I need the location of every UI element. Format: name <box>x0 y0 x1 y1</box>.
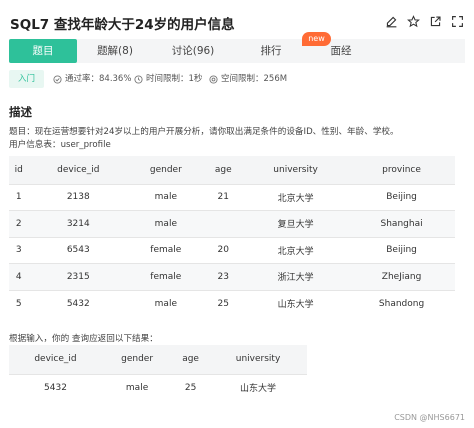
external-link-icon[interactable] <box>429 15 442 28</box>
tab-problem[interactable]: 题目 <box>9 39 77 63</box>
column-header: university <box>243 156 349 184</box>
table-name-line: 用户信息表：user_profile <box>9 140 111 150</box>
new-badge: new <box>302 32 331 46</box>
column-header: age <box>203 156 244 184</box>
table-cell: 山东大学 <box>209 373 307 401</box>
table-cell: female <box>128 236 204 264</box>
table-row: 4 2315 female 23 浙江大学 ZheJiang <box>9 263 455 290</box>
table-cell: 6543 <box>28 236 129 264</box>
table-cell: male <box>128 183 204 211</box>
table-cell: 3 <box>9 236 29 264</box>
table-cell: male <box>128 210 204 237</box>
description-heading: 描述 <box>9 105 32 119</box>
table-cell: 23 <box>203 263 244 290</box>
table-cell: 浙江大学 <box>243 263 349 290</box>
table-cell: 25 <box>203 289 244 317</box>
table-header-row: id device_id gender age university provi… <box>9 156 455 184</box>
table-cell: 25 <box>172 373 210 401</box>
table-cell: Shandong <box>348 289 455 317</box>
difficulty-badge: 入门 <box>9 70 45 88</box>
star-icon[interactable] <box>407 15 420 28</box>
table-cell: Beijing <box>348 183 455 211</box>
table-cell: 北京大学 <box>243 183 349 211</box>
column-header: age <box>172 345 210 374</box>
column-header: university <box>209 345 307 374</box>
table-row: 5 5432 male 25 山东大学 Shandong <box>9 289 455 317</box>
table-cell: 2315 <box>28 263 129 290</box>
column-header: province <box>348 156 455 184</box>
space-limit: 空间限制：256M <box>209 70 287 88</box>
tab-bar: 题目 题解(8) 讨论(96) 排行 面经 <box>9 39 465 63</box>
pass-rate: 通过率：84.36% <box>53 70 131 88</box>
table-cell: 20 <box>203 236 244 264</box>
column-header: device_id <box>9 345 102 374</box>
column-header: gender <box>128 156 204 184</box>
watermark: CSDN @NHS6671 <box>394 413 465 422</box>
clock-icon <box>134 74 143 84</box>
table-row: 3 6543 female 20 北京大学 Beijing <box>9 236 455 264</box>
table-cell: 复旦大学 <box>243 210 349 237</box>
table-cell: 山东大学 <box>243 289 349 317</box>
table-cell: 北京大学 <box>243 236 349 264</box>
table-cell: 1 <box>9 183 29 211</box>
header-actions <box>385 15 464 28</box>
description-line: 题目：现在运营想要针对24岁以上的用户开展分析，请你取出满足条件的设备ID、性别… <box>9 127 399 137</box>
expected-output-table: device_id gender age university 5432 mal… <box>9 345 307 401</box>
table-cell: 2 <box>9 210 29 237</box>
table-cell: 21 <box>203 183 244 211</box>
table-row: 1 2138 male 21 北京大学 Beijing <box>9 183 455 211</box>
table-cell: male <box>128 289 204 317</box>
table-header-row: device_id gender age university <box>9 345 307 374</box>
user-profile-table: id device_id gender age university provi… <box>9 156 455 317</box>
table-cell: 4 <box>9 263 29 290</box>
check-circle-icon <box>53 74 62 84</box>
table-cell: male <box>101 373 173 401</box>
table-cell: 2138 <box>28 183 129 211</box>
table-cell: 5 <box>9 289 29 317</box>
storage-icon <box>209 74 218 84</box>
column-header: device_id <box>28 156 129 184</box>
description-text: 题目：现在运营想要针对24岁以上的用户开展分析，请你取出满足条件的设备ID、性别… <box>9 126 399 152</box>
edit-icon[interactable] <box>385 15 398 28</box>
table-cell: female <box>128 263 204 290</box>
problem-header: SQL7 查找年龄大于24岁的用户信息 <box>10 13 466 35</box>
table-cell <box>203 210 244 237</box>
time-limit: 时间限制：1秒 <box>134 70 202 88</box>
column-header: gender <box>101 345 173 374</box>
table-cell: 5432 <box>28 289 129 317</box>
problem-title: SQL7 查找年龄大于24岁的用户信息 <box>10 17 235 33</box>
fullscreen-icon[interactable] <box>451 15 464 28</box>
tab-solutions[interactable]: 题解(8) <box>77 39 153 63</box>
tab-ranking[interactable]: 排行 <box>233 39 309 63</box>
table-row: 2 3214 male 复旦大学 Shanghai <box>9 210 455 237</box>
table-cell: 5432 <box>9 373 102 401</box>
table-row: 5432 male 25 山东大学 <box>9 373 307 401</box>
table-cell: Beijing <box>348 236 455 264</box>
tab-discussion[interactable]: 讨论(96) <box>153 39 233 63</box>
expected-output-label: 根据输入，你的 查询应返回以下结果： <box>9 334 158 344</box>
table-cell: Shanghai <box>348 210 455 237</box>
table-cell: ZheJiang <box>348 263 455 290</box>
table-cell: 3214 <box>28 210 129 237</box>
column-header: id <box>9 156 29 184</box>
